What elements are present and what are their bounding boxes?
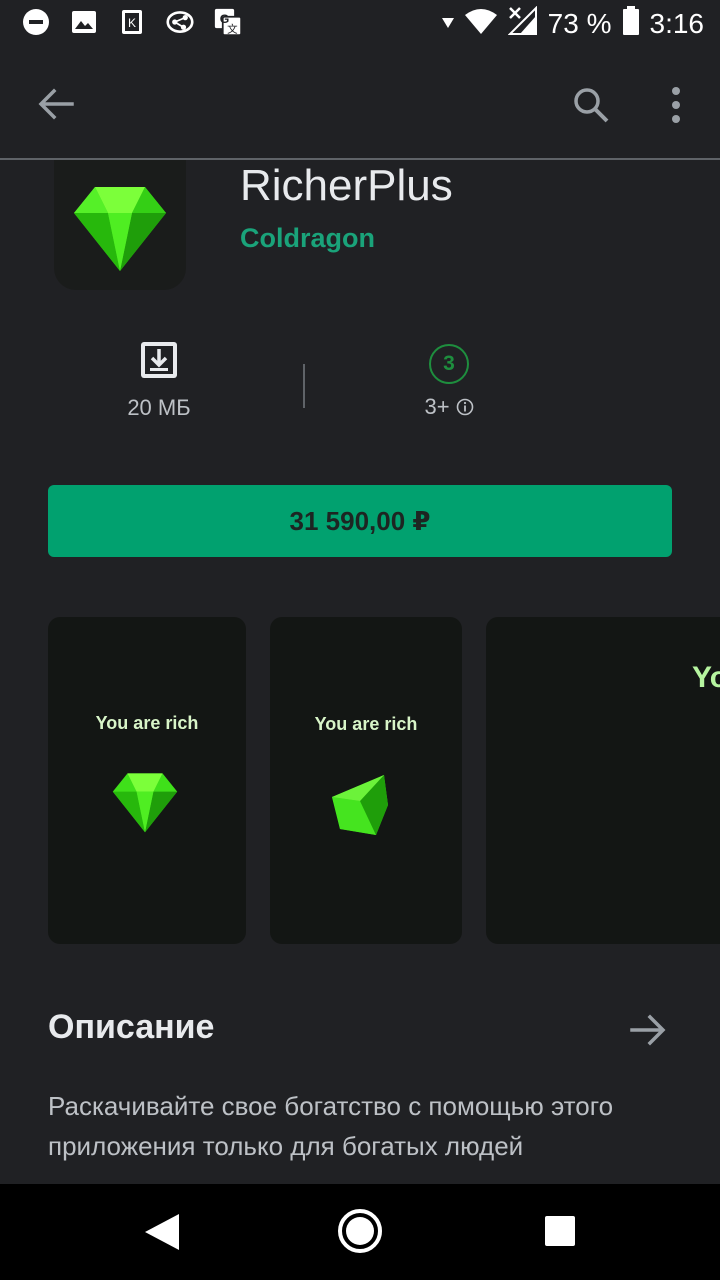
app-icon — [54, 160, 186, 290]
description-more-button[interactable] — [624, 1008, 672, 1052]
size-stat: 20 МБ — [79, 340, 239, 421]
search-button[interactable] — [566, 80, 616, 130]
navigation-bar — [0, 1184, 720, 1280]
age-rating-stat[interactable]: 3 3+ — [369, 340, 529, 420]
description-title: Описание — [48, 1008, 215, 1046]
nav-recents-icon — [545, 1216, 575, 1246]
clock: 3:16 — [649, 7, 705, 39]
green-gem-icon — [332, 775, 388, 835]
status-bar: K G文 73 % 3:16 — [0, 0, 720, 50]
signal-icon — [507, 5, 538, 41]
stat-divider — [303, 364, 305, 408]
kinopoisk-icon: K — [118, 8, 146, 36]
nav-home-button[interactable] — [337, 1208, 383, 1254]
svg-text:K: K — [128, 16, 136, 30]
developer-link[interactable]: Coldragon — [240, 220, 375, 256]
app-bar — [0, 50, 720, 160]
back-arrow-icon — [38, 88, 74, 120]
screenshot-caption: You are rich — [95, 713, 199, 733]
info-icon — [456, 398, 473, 416]
screenshot-caption: Yo — [692, 661, 720, 694]
more-vert-icon — [672, 87, 680, 123]
screenshot-3[interactable]: Yo — [486, 617, 720, 944]
buy-button[interactable]: 31 590,00 ₽ — [48, 485, 672, 557]
green-gem-icon — [112, 773, 178, 833]
system-icons: 73 % 3:16 — [441, 5, 705, 41]
screenshot-2[interactable]: You are rich — [270, 617, 462, 944]
screenshot-caption: You are rich — [314, 714, 418, 734]
image-icon — [70, 8, 98, 36]
dropdown-arrow-icon — [441, 15, 454, 33]
more-options-button[interactable] — [656, 80, 696, 130]
vpn-icon — [166, 8, 194, 36]
screenshot-1[interactable]: You are rich — [48, 617, 246, 944]
battery-icon — [622, 6, 640, 41]
app-title: RicherPlus — [240, 161, 453, 210]
age-rating-label: 3+ — [424, 394, 450, 419]
translate-icon: G文 — [214, 8, 242, 36]
svg-text:文: 文 — [227, 23, 238, 36]
wifi-icon — [464, 7, 498, 40]
battery-percent: 73 % — [547, 7, 612, 39]
download-icon — [141, 342, 177, 378]
notification-icons: K G文 — [22, 8, 242, 36]
nav-back-button[interactable] — [140, 1210, 184, 1254]
search-icon — [574, 88, 609, 123]
arrow-right-icon — [630, 1014, 666, 1046]
age-rating-badge: 3 — [429, 344, 469, 384]
back-button[interactable] — [30, 82, 82, 126]
size-label: 20 МБ — [127, 395, 191, 420]
green-gem-icon — [74, 187, 166, 271]
age-rating-row: 3+ — [369, 394, 529, 420]
nav-home-icon — [338, 1209, 382, 1253]
nav-back-icon — [145, 1214, 179, 1250]
description-text: Раскачивайте свое богатство с помощью эт… — [48, 1091, 614, 1161]
dnd-icon — [22, 8, 50, 36]
nav-recents-button[interactable] — [540, 1211, 580, 1251]
